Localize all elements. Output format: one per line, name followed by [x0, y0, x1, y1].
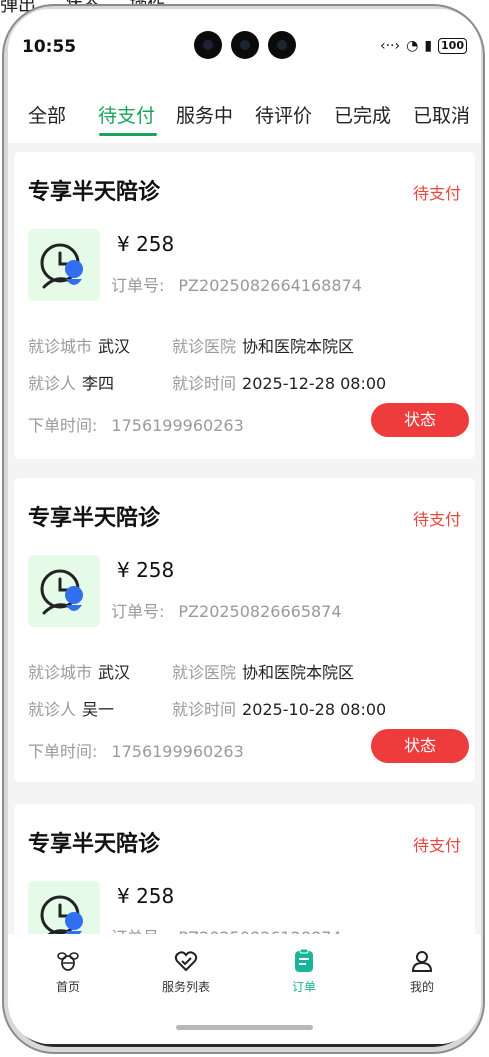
status-icons: ‹··› ◔ ▮ 100	[380, 38, 467, 54]
hospital-row: 就诊医院 协和医院本院区	[172, 659, 354, 683]
tab-pending-payment[interactable]: 待支付	[98, 101, 155, 128]
patient-row: 就诊人 吴一	[28, 696, 114, 720]
nav-orders-label: 订单	[291, 980, 316, 994]
signal-icon: ▮	[424, 38, 433, 54]
heart-icon	[174, 951, 198, 972]
tab-pending-review[interactable]: 待评价	[255, 101, 312, 128]
visit-time-value: 2025-10-28 08:00	[242, 700, 387, 719]
home-indicator[interactable]	[176, 1025, 313, 1030]
tab-completed[interactable]: 已完成	[334, 101, 391, 128]
placed-time-value: 1756199960263	[111, 742, 244, 761]
status-bar: 10:55 ‹··› ◔ ▮ 100	[8, 9, 481, 71]
status-time: 10:55	[22, 37, 77, 57]
order-price: ¥ 258	[117, 558, 175, 582]
user-icon	[411, 951, 433, 972]
hospital-label: 就诊医院	[172, 663, 237, 682]
visit-time-row: 就诊时间 2025-10-28 08:00	[172, 696, 386, 720]
nav-mine-label: 我的	[409, 980, 434, 994]
hospital-value: 协和医院本院区	[242, 337, 355, 356]
city-label: 就诊城市	[28, 337, 93, 356]
wifi-icon: ◔	[406, 38, 419, 54]
tab-all[interactable]: 全部	[28, 101, 66, 128]
camera-icon	[268, 31, 296, 59]
order-title: 专享半天陪诊	[28, 506, 161, 531]
order-tabs: 全部 待支付 服务中 待评价 已完成 已取消	[8, 71, 481, 143]
tab-in-service[interactable]: 服务中	[176, 101, 233, 128]
order-price: ¥ 258	[117, 884, 175, 908]
clock-person-icon	[40, 243, 83, 289]
order-number-value: PZ2025082664168874	[178, 276, 362, 295]
nav-mine[interactable]: 我的	[377, 948, 467, 995]
camera-icon	[194, 31, 222, 59]
city-value: 武汉	[98, 337, 131, 356]
order-status: 待支付	[412, 184, 461, 203]
placed-time-value: 1756199960263	[111, 416, 244, 435]
city-label: 就诊城市	[28, 663, 93, 682]
patient-value: 吴一	[82, 700, 115, 719]
tab-cancelled[interactable]: 已取消	[413, 101, 470, 128]
nav-service-list[interactable]: 服务列表	[141, 948, 231, 995]
battery-icon: 100	[438, 38, 467, 54]
nav-orders[interactable]: 订单	[259, 948, 349, 995]
nav-home[interactable]: 首页	[23, 948, 113, 995]
placed-time-label: 下单时间:	[28, 742, 98, 761]
status-button[interactable]: 状态	[371, 403, 469, 437]
clock-person-icon	[40, 569, 83, 615]
order-status: 待支付	[412, 510, 461, 529]
patient-label: 就诊人	[28, 374, 77, 393]
clipboard-icon	[295, 948, 313, 972]
city-row: 就诊城市 武汉	[28, 659, 130, 683]
visit-time-label: 就诊时间	[172, 374, 237, 393]
phone-screen: 10:55 ‹··› ◔ ▮ 100 全部 待支付 服务中 待评价 已完成 已取…	[8, 9, 481, 1044]
order-number-value: PZ20250826665874	[178, 602, 342, 621]
placed-time-label: 下单时间:	[28, 416, 98, 435]
patient-row: 就诊人 李四	[28, 370, 114, 394]
data-arrows-icon: ‹··›	[379, 38, 401, 54]
city-row: 就诊城市 武汉	[28, 333, 130, 357]
service-thumbnail	[28, 229, 100, 301]
hospital-row: 就诊医院 协和医院本院区	[172, 333, 354, 357]
hospital-value: 协和医院本院区	[242, 663, 355, 682]
visit-time-row: 就诊时间 2025-12-28 08:00	[172, 370, 386, 394]
status-button[interactable]: 状态	[371, 729, 469, 763]
order-title: 专享半天陪诊	[28, 180, 161, 205]
order-number: 订单号: PZ20250826665874	[111, 598, 342, 622]
active-tab-indicator	[99, 133, 157, 136]
patient-label: 就诊人	[28, 700, 77, 719]
order-number-label: 订单号:	[111, 276, 165, 295]
city-value: 武汉	[98, 663, 131, 682]
patient-value: 李四	[82, 374, 115, 393]
camera-icon	[231, 31, 259, 59]
hospital-label: 就诊医院	[172, 337, 237, 356]
placed-time-row: 下单时间: 1756199960263	[28, 738, 244, 762]
order-number-label: 订单号:	[111, 602, 165, 621]
nav-home-label: 首页	[55, 980, 80, 994]
order-number: 订单号: PZ2025082664168874	[111, 272, 362, 296]
order-card[interactable]: 专享半天陪诊 待支付 ¥ 258 订单号: PZ20250826665874 就诊…	[14, 478, 475, 782]
placed-time-row: 下单时间: 1756199960263	[28, 412, 244, 436]
order-status: 待支付	[412, 836, 461, 855]
visit-time-value: 2025-12-28 08:00	[242, 374, 387, 393]
order-card[interactable]: 专享半天陪诊 待支付 ¥ 258 订单号: PZ2025082664168874 …	[14, 152, 475, 459]
bee-icon	[57, 952, 79, 971]
order-title: 专享半天陪诊	[28, 832, 161, 857]
nav-service-list-label: 服务列表	[161, 980, 210, 994]
service-thumbnail	[28, 555, 100, 627]
order-price: ¥ 258	[117, 232, 175, 256]
visit-time-label: 就诊时间	[172, 700, 237, 719]
